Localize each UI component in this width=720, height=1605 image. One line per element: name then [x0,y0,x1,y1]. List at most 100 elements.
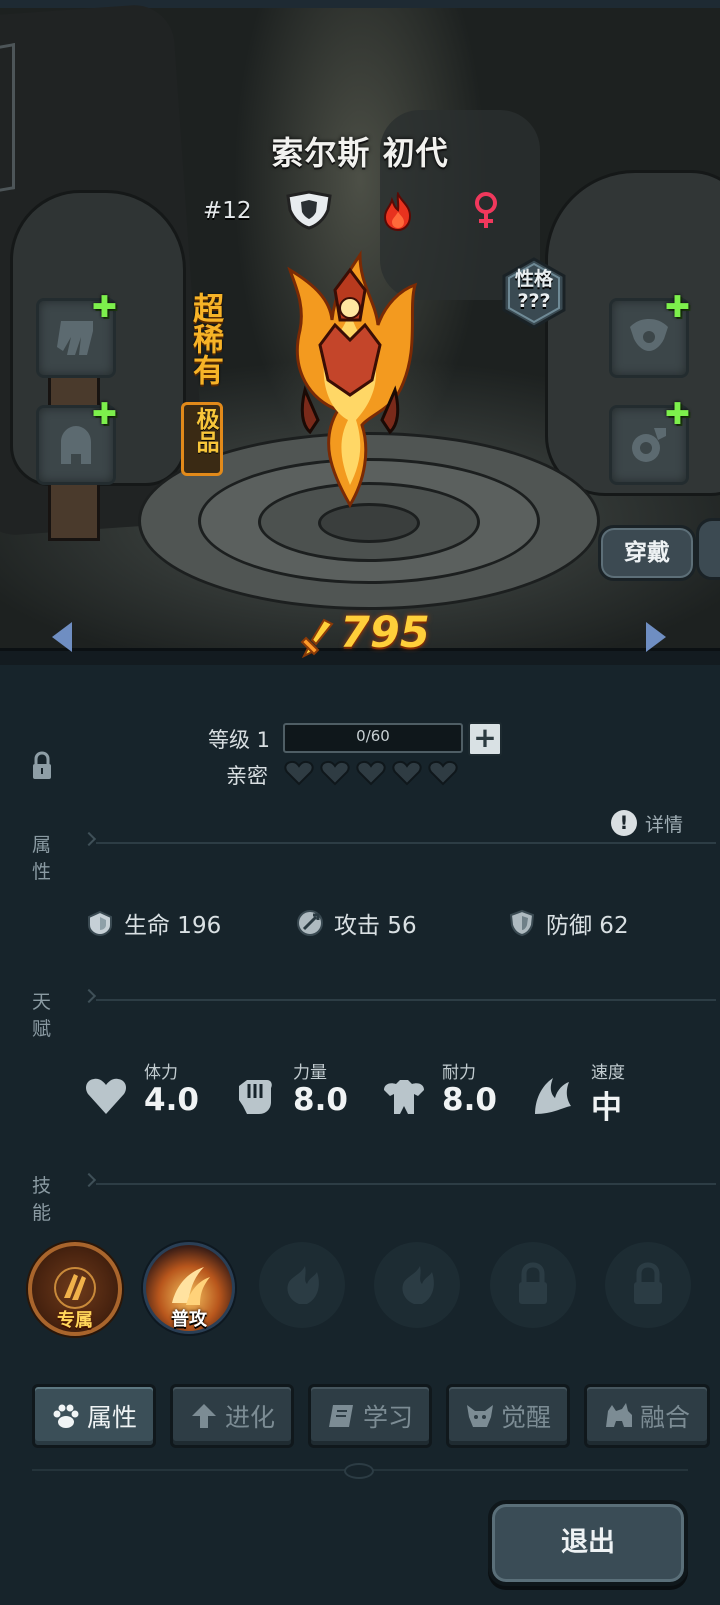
stat-hp: 生命 196 [86,906,221,940]
level-up-button[interactable]: + [468,722,502,756]
intimacy-heart-icon [284,760,314,786]
equipment-slot-claw[interactable]: ✚ [36,293,117,378]
tab-attributes[interactable]: 属性 [32,1384,156,1448]
talent-value: 中 [591,1090,622,1126]
chevron-right-icon [81,988,97,1004]
talent-stamina: 体力 4.0 [84,1058,204,1138]
talent-label: 速度 [591,1063,625,1083]
skill-slot-empty[interactable] [259,1242,345,1328]
tab-fusion[interactable]: 融合 [584,1384,710,1448]
shield-icon[interactable] [284,190,334,230]
intimacy-hearts [284,760,458,786]
add-icon: ✚ [91,290,117,325]
intimacy-heart-icon [392,760,422,786]
tab-label: 属性 [86,1403,137,1432]
creature-name: 索尔斯 初代 [271,134,449,172]
add-icon: ✚ [664,290,690,325]
side-button[interactable] [696,518,720,580]
talent-value: 4.0 [144,1082,199,1118]
attack-icon [297,910,323,936]
creature-number: #12 [203,198,252,224]
skill-slot-locked[interactable] [605,1242,691,1328]
sword-power-icon [300,618,334,658]
add-icon: ✚ [664,397,690,432]
info-icon: ! [611,810,637,836]
wing-icon [535,1078,571,1114]
tab-awaken[interactable]: 觉醒 [446,1384,570,1448]
quality-label: 极品 [192,407,218,453]
tab-label: 觉醒 [500,1403,551,1432]
skill-slot-basic-attack[interactable]: 普攻 [143,1242,235,1334]
skill-slot-exclusive[interactable]: 专属 [28,1242,122,1336]
heart-icon [86,1078,126,1114]
section-title: 天赋 [32,991,52,1040]
tab-label: 融合 [639,1403,690,1432]
horned-head-icon [466,1405,493,1427]
equipment-slot-helmet[interactable]: ✚ [36,400,117,485]
section-title: 技能 [32,1175,52,1224]
detail-label: 详情 [645,813,684,836]
tab-label: 进化 [224,1403,275,1432]
lock-icon [519,1262,547,1304]
defense-icon [509,909,535,937]
combat-power-value: 795 [340,608,430,658]
equipment-slot-armor[interactable]: ✚ [609,293,690,378]
skill-slot-empty[interactable] [374,1242,460,1328]
creature-showcase-scene: 索尔斯 初代 #12 性格 ??? 超稀有 极品 ✚ ✚ ✚ ✚ 穿戴 795 [0,0,720,665]
previous-creature-arrow-icon[interactable] [52,622,72,652]
intimacy-heart-icon [320,760,350,786]
skill-slot-locked[interactable] [490,1242,576,1328]
armor-icon [384,1080,424,1114]
flame-placeholder-icon [287,1266,319,1304]
section-divider [96,1183,716,1185]
tab-label: 学习 [362,1403,413,1432]
section-title: 属性 [32,834,52,883]
skill-badge: 专属 [57,1310,93,1331]
experience-text: 0/60 [356,727,390,745]
quality-badge: 极品 [181,402,223,476]
female-gender-icon [475,192,497,228]
exit-button[interactable]: 退出 [488,1500,688,1586]
chevron-right-icon [81,1172,97,1188]
talent-value: 8.0 [442,1082,497,1118]
section-divider [96,842,716,844]
paw-icon [53,1404,79,1428]
equipment-slot-accessory[interactable]: ✚ [609,400,690,485]
level-label: 等级 1 [208,728,271,752]
personality-badge[interactable]: 性格 ??? [500,256,568,330]
tab-learn[interactable]: 学习 [308,1384,432,1448]
intimacy-label: 亲密 [226,764,268,788]
chevron-right-icon [81,831,97,847]
flame-placeholder-icon [402,1266,434,1304]
stat-defense: 防御 62 [508,906,629,940]
stat-defense-text: 防御 62 [546,913,629,939]
personality-text: 性格 ??? [514,268,553,312]
slash-skill-icon [172,1267,210,1305]
experience-bar: 0/60 [283,723,463,753]
intimacy-heart-icon [428,760,458,786]
stat-attack-text: 攻击 56 [334,913,417,939]
fire-element-icon[interactable] [380,192,416,232]
talent-speed: 速度 中 [531,1058,651,1138]
book-icon [328,1405,353,1427]
talent-label: 体力 [144,1063,178,1083]
add-icon: ✚ [91,397,117,432]
hp-icon [88,910,112,937]
combat-power: 795 [290,608,450,664]
talent-value: 8.0 [293,1082,348,1118]
wear-button[interactable]: 穿戴 [598,525,696,581]
lock-icon [634,1262,662,1304]
talent-endurance: 耐力 8.0 [382,1058,502,1138]
side-frame [0,42,15,194]
detail-link[interactable]: ! 详情 [611,808,683,838]
lock-icon[interactable] [31,751,53,781]
tab-evolve[interactable]: 进化 [170,1384,294,1448]
rarity-label: 超稀有 [187,292,223,385]
stat-attack: 攻击 56 [296,906,417,940]
skill-badge: 普攻 [171,1309,207,1330]
section-divider [96,999,716,1001]
divider-ornament [344,1463,374,1479]
intimacy-heart-icon [356,760,386,786]
creature-sprite[interactable] [260,250,440,510]
next-creature-arrow-icon[interactable] [646,622,666,652]
